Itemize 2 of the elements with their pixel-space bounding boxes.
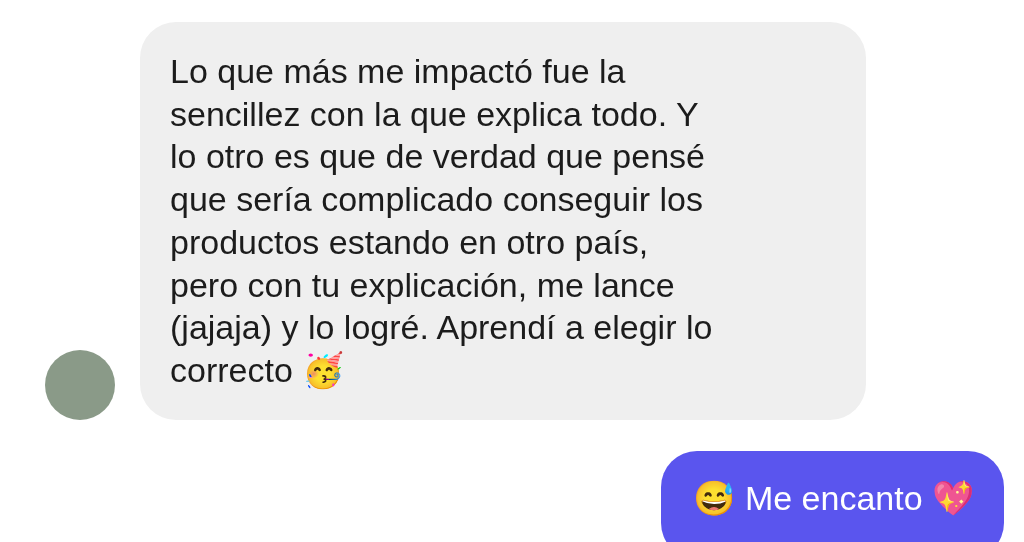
message-bubble: Lo que más me impactó fue la sencillez con la que explica todo. Y lo otro es que de verdad que pensé que sería complicado conseguir los productos estando en otro país, pero con tu explicación, me lance (jajaja) y lo logré. Aprendí a elegir lo correcto 🥳: [140, 22, 866, 420]
message-bubble: 😅 Me encanto 💖: [661, 450, 1004, 542]
